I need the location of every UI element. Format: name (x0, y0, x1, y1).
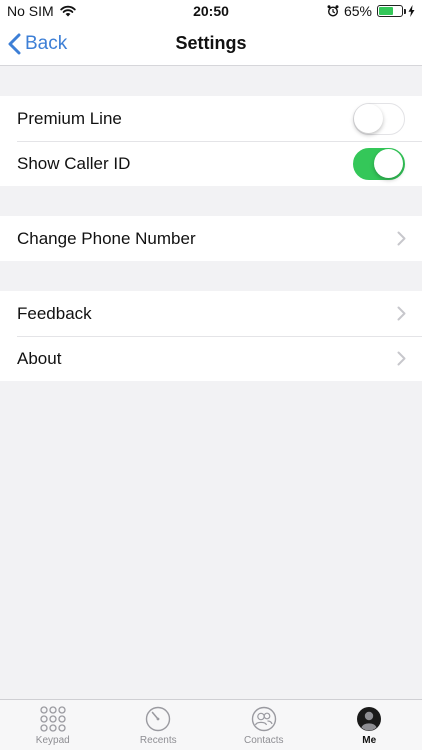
chevron-right-icon (397, 306, 406, 321)
settings-row-feedback[interactable]: Feedback (0, 291, 422, 336)
row-label: About (17, 348, 62, 368)
status-bar: No SIM 20:50 65% (0, 0, 422, 22)
tab-label: Keypad (35, 735, 70, 746)
settings-row-change-phone-number[interactable]: Change Phone Number (0, 216, 422, 261)
settings-row-premium-line: Premium Line (0, 96, 422, 141)
settings-group-phone: Change Phone Number (0, 216, 422, 261)
tab-contacts[interactable]: Contacts (211, 700, 317, 750)
tab-label: Recents (139, 735, 177, 746)
chevron-right-icon (397, 231, 406, 246)
tab-label: Contacts (244, 735, 284, 746)
chevron-right-icon (397, 351, 406, 366)
person-icon (357, 707, 382, 731)
show-caller-id-toggle[interactable] (353, 148, 405, 180)
tab-label: Me (362, 735, 377, 746)
charging-icon (408, 5, 415, 17)
tab-me[interactable]: Me (317, 700, 422, 750)
settings-row-about[interactable]: About (0, 336, 422, 381)
navigation-bar: Back Settings (0, 22, 422, 66)
settings-group-lines: Premium Line Show Caller ID (0, 96, 422, 186)
battery-icon (377, 5, 406, 17)
page-title: Settings (175, 33, 247, 53)
row-label: Change Phone Number (17, 228, 196, 248)
settings-group-info: Feedback About (0, 291, 422, 381)
status-right: 65% (327, 3, 415, 19)
toggle-knob (374, 149, 403, 178)
tab-recents[interactable]: Recents (106, 700, 212, 750)
keypad-icon (40, 706, 66, 732)
tab-keypad[interactable]: Keypad (0, 700, 106, 750)
clock-icon (146, 706, 171, 732)
premium-line-toggle[interactable] (353, 103, 405, 135)
battery-fill (379, 7, 394, 15)
alarm-icon (327, 5, 339, 17)
battery-percent: 65% (343, 3, 372, 19)
contacts-icon (251, 706, 276, 732)
settings-row-show-caller-id: Show Caller ID (0, 141, 422, 186)
tab-bar: Keypad Recents Contacts Me (0, 699, 422, 750)
row-label: Feedback (17, 303, 92, 323)
toggle-knob (354, 104, 383, 133)
row-label: Premium Line (17, 108, 122, 128)
row-label: Show Caller ID (17, 153, 131, 173)
